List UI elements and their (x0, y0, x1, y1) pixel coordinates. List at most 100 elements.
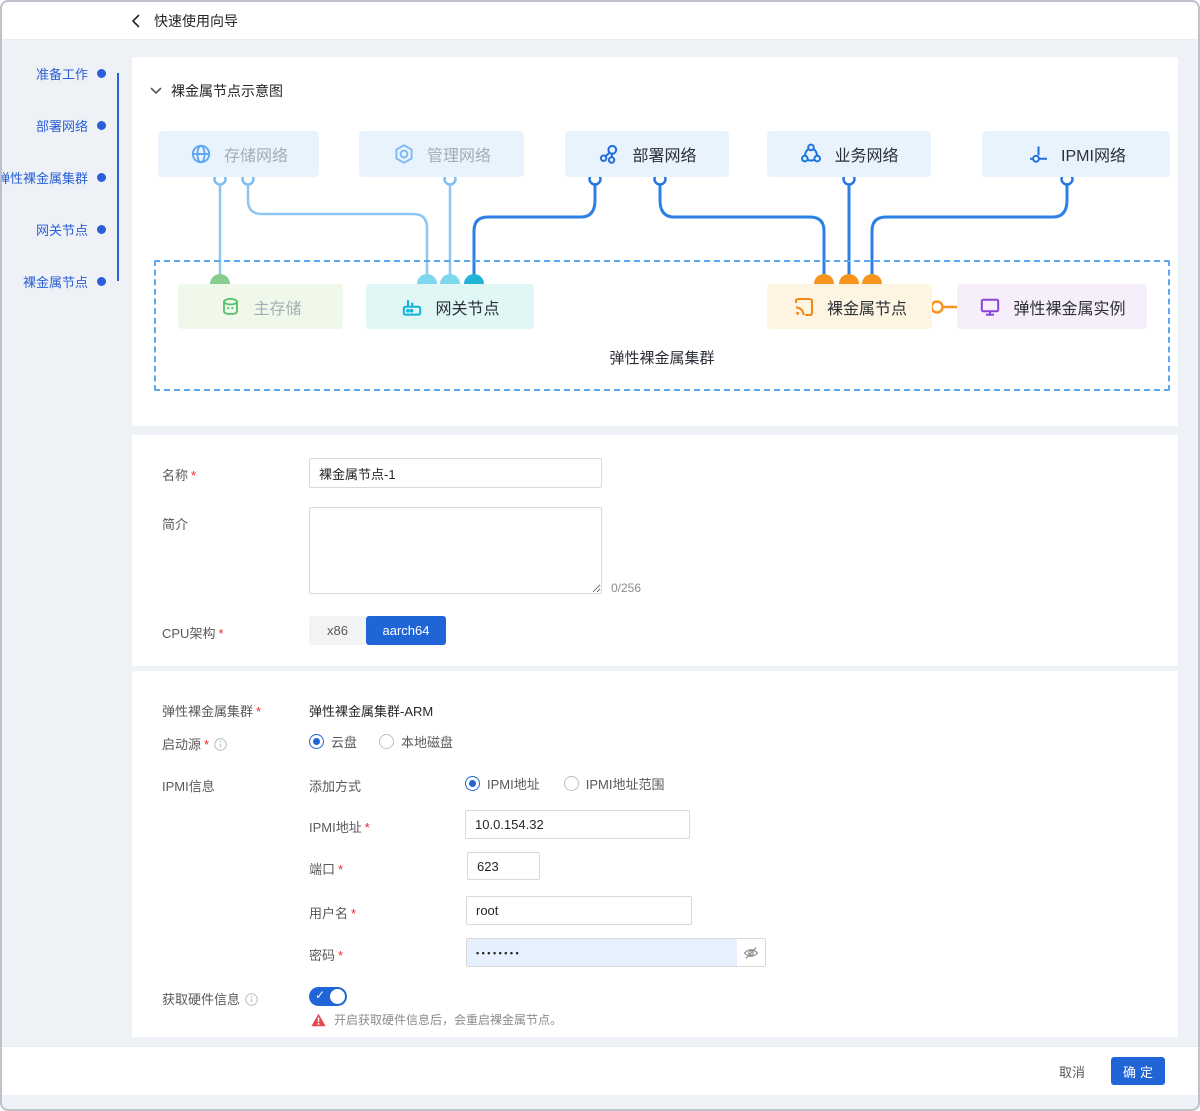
tee-connector-icon (1026, 142, 1050, 166)
step-item-prepare[interactable]: 准备工作 (36, 64, 106, 83)
info-icon[interactable] (245, 993, 258, 1006)
eye-off-icon[interactable] (737, 939, 765, 966)
basic-form-panel: 名称* 简介 0/256 CPU架构* x86 aarch64 (132, 435, 1178, 666)
password-input[interactable]: •••••••• (466, 938, 766, 967)
diagram-node-label: IPMI网络 (1061, 142, 1126, 166)
desc-char-counter: 0/256 (611, 581, 641, 595)
step-dot (97, 225, 106, 234)
footer-bar: 取消 确定 (2, 1046, 1198, 1095)
diagram-node-instance: 弹性裸金属实例 (957, 284, 1147, 329)
cpu-option-x86[interactable]: x86 (309, 616, 366, 645)
username-input[interactable] (466, 896, 692, 925)
database-icon (219, 295, 242, 318)
page-title: 快速使用向导 (154, 11, 238, 31)
diagram-panel: 裸金属节点示意图 (132, 57, 1178, 426)
username-label: 用户名* (309, 903, 356, 922)
cluster-label: 弹性裸金属集群 (154, 347, 1170, 368)
hw-warning-text: 开启获取硬件信息后，会重启裸金属节点。 (334, 1011, 562, 1028)
required-asterisk: * (338, 948, 343, 963)
toggle-knob (330, 989, 345, 1004)
cpu-arch-label: CPU架构* (162, 623, 224, 642)
add-method-radio-group: IPMI地址 IPMI地址范围 (465, 774, 664, 793)
cast-icon (792, 295, 816, 319)
diagram-node-baremetal: 裸金属节点 (767, 284, 932, 329)
cancel-button[interactable]: 取消 (1059, 1062, 1085, 1081)
diagram-node-mgmt-network: 管理网络 (359, 131, 524, 177)
radio-dot (564, 776, 579, 791)
radio-ipmi-address-range[interactable]: IPMI地址范围 (564, 774, 665, 793)
diagram-node-primary-storage: 主存储 (178, 284, 343, 329)
hw-info-toggle[interactable]: ✓ (309, 987, 347, 1006)
ipmi-address-input[interactable] (465, 810, 690, 839)
radio-dot (465, 776, 480, 791)
required-asterisk: * (218, 626, 223, 641)
boot-source-label: 启动源* (162, 734, 227, 753)
back-chevron-icon (131, 14, 140, 28)
cluster-field-value: 弹性裸金属集群-ARM (309, 701, 433, 720)
router-icon (400, 295, 424, 319)
desc-label: 简介 (162, 514, 188, 533)
cpu-arch-segmented-control: x86 aarch64 (309, 616, 446, 645)
required-asterisk: * (191, 468, 196, 483)
required-asterisk: * (351, 906, 356, 921)
step-dot (97, 121, 106, 130)
diagram-node-label: 裸金属节点 (827, 295, 907, 319)
diagram-node-business-network: 业务网络 (767, 131, 931, 177)
step-item-deploy-network[interactable]: 部署网络 (36, 116, 106, 135)
back-button[interactable] (131, 14, 140, 28)
confirm-button[interactable]: 确定 (1111, 1057, 1165, 1085)
ipmi-section-label: IPMI信息 (162, 776, 215, 795)
toggle-check-icon: ✓ (315, 988, 325, 1002)
radio-dot (309, 734, 324, 749)
diagram-node-gateway: 网关节点 (366, 284, 534, 329)
info-icon[interactable] (214, 738, 227, 751)
diagram-node-label: 部署网络 (632, 142, 696, 166)
diagram-node-deploy-network: 部署网络 (565, 131, 729, 177)
diagram-node-label: 存储网络 (224, 142, 288, 166)
radio-ipmi-address[interactable]: IPMI地址 (465, 774, 540, 793)
step-connector-line (117, 73, 119, 281)
radio-dot (379, 734, 394, 749)
diagram-node-label: 弹性裸金属实例 (1013, 295, 1125, 319)
name-label: 名称* (162, 465, 196, 484)
diagram-node-label: 业务网络 (834, 142, 898, 166)
port-input[interactable] (467, 852, 540, 880)
circle-nodes-icon (799, 142, 823, 166)
password-masked-value: •••••••• (467, 939, 737, 966)
diagram-node-ipmi-network: IPMI网络 (982, 131, 1170, 177)
step-item-gateway[interactable]: 网关节点 (36, 220, 106, 239)
step-dot (97, 173, 106, 182)
share-nodes-icon (597, 142, 621, 166)
nut-icon (392, 142, 416, 166)
node-form-panel: 弹性裸金属集群* 弹性裸金属集群-ARM 启动源* 云盘 本地磁盘 IPMI信息… (132, 671, 1178, 1037)
port-label: 端口* (309, 859, 343, 878)
required-asterisk: * (338, 862, 343, 877)
diagram-node-label: 管理网络 (427, 142, 491, 166)
add-method-label: 添加方式 (309, 776, 361, 795)
cpu-option-aarch64[interactable]: aarch64 (366, 616, 446, 645)
step-item-cluster[interactable]: 弹性裸金属集群 (0, 168, 106, 187)
hw-warning: 开启获取硬件信息后，会重启裸金属节点。 (311, 1011, 562, 1028)
step-item-baremetal[interactable]: 裸金属节点 (23, 272, 106, 291)
warning-triangle-icon (311, 1013, 326, 1027)
desc-textarea[interactable] (309, 507, 602, 594)
diagram-node-storage-network: 存储网络 (158, 131, 319, 177)
globe-icon (189, 142, 213, 166)
diagram-node-label: 主存储 (253, 295, 301, 319)
monitor-icon (978, 295, 1002, 319)
top-bar: 快速使用向导 (2, 2, 1198, 40)
name-input[interactable] (309, 458, 602, 488)
required-asterisk: * (204, 737, 209, 752)
hw-info-label: 获取硬件信息 (162, 989, 258, 1008)
cluster-field-label: 弹性裸金属集群* (162, 701, 261, 720)
required-asterisk: * (256, 704, 261, 719)
boot-source-radio-group: 云盘 本地磁盘 (309, 732, 453, 751)
required-asterisk: * (365, 820, 370, 835)
wizard-window: 快速使用向导 准备工作 部署网络 弹性裸金属集群 网关节点 裸金属节点 裸金属节… (0, 0, 1200, 1111)
radio-cloud-disk[interactable]: 云盘 (309, 732, 357, 751)
diagram-node-label: 网关节点 (435, 295, 499, 319)
step-dot (97, 277, 106, 286)
radio-local-disk[interactable]: 本地磁盘 (379, 732, 453, 751)
ipmi-address-label: IPMI地址* (309, 817, 370, 836)
password-label: 密码* (309, 945, 343, 964)
